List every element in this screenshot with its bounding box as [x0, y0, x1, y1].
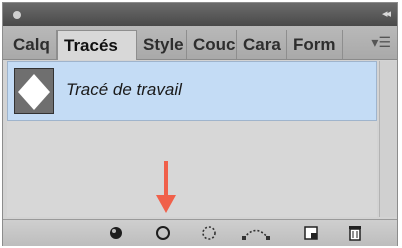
tab-formes[interactable]: Form	[287, 30, 343, 59]
paths-list: Tracé de travail	[7, 61, 377, 217]
stroke-path-icon[interactable]	[153, 223, 173, 243]
tab-label: Calq	[13, 35, 50, 54]
panel-titlebar[interactable]: ◂◂	[3, 3, 397, 26]
tab-calques[interactable]: Calq	[7, 30, 57, 59]
red-arrow-annotation	[156, 161, 176, 213]
tab-styles[interactable]: Style	[137, 30, 187, 59]
load-selection-icon[interactable]	[199, 223, 219, 243]
paths-panel: ◂◂ Calq Tracés Style Couc Cara Form ▾☰ T…	[2, 2, 398, 246]
tab-label: Style	[143, 35, 184, 54]
diamond-shape-icon	[18, 74, 50, 110]
close-icon[interactable]	[13, 11, 21, 19]
tab-label: Tracés	[64, 36, 118, 55]
tab-couches[interactable]: Couc	[187, 30, 237, 59]
path-name: Tracé de travail	[66, 80, 182, 99]
tab-bar: Calq Tracés Style Couc Cara Form ▾☰	[3, 26, 397, 60]
fill-path-icon[interactable]	[106, 223, 126, 243]
scrollbar[interactable]	[379, 61, 397, 217]
make-work-path-icon[interactable]	[241, 223, 271, 243]
path-thumbnail	[14, 68, 54, 114]
delete-path-icon[interactable]	[345, 223, 365, 243]
panel-menu-icon[interactable]: ▾☰	[371, 34, 391, 51]
panel-toolbar	[3, 219, 397, 246]
tab-traces[interactable]: Tracés	[57, 30, 137, 60]
new-path-icon[interactable]	[301, 223, 321, 243]
path-row-work-path[interactable]: Tracé de travail	[7, 61, 377, 121]
tab-label: Form	[293, 35, 336, 54]
collapse-icon[interactable]: ◂◂	[382, 7, 391, 20]
tab-label: Cara	[243, 35, 281, 54]
tab-label: Couc	[193, 35, 236, 54]
tab-caracteres[interactable]: Cara	[237, 30, 287, 59]
